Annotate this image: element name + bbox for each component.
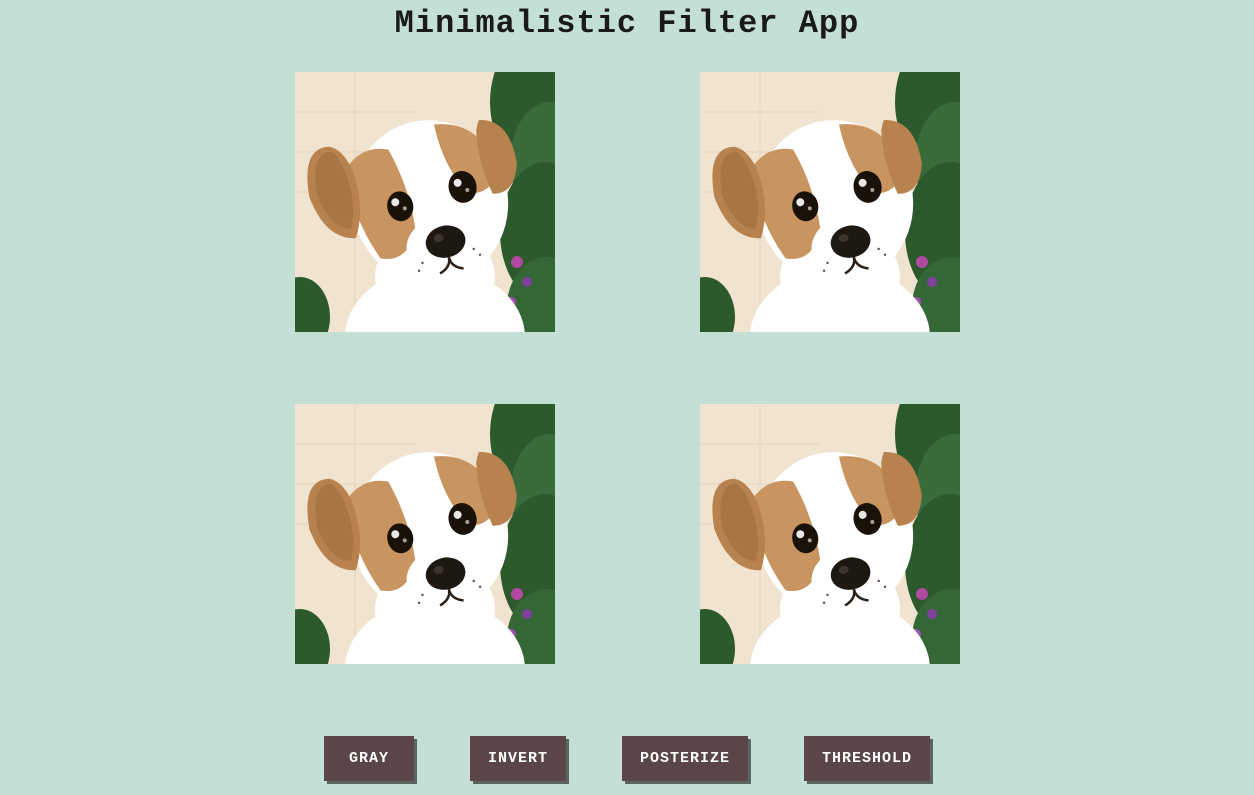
puppy-image-icon — [295, 404, 555, 664]
gray-button[interactable]: GRAY — [324, 736, 414, 781]
button-row: GRAY INVERT POSTERIZE THRESHOLD — [0, 736, 1254, 781]
puppy-image-icon — [295, 72, 555, 332]
page-title: Minimalistic Filter App — [0, 5, 1254, 42]
puppy-image-icon — [700, 404, 960, 664]
invert-button[interactable]: INVERT — [470, 736, 566, 781]
puppy-image-icon — [700, 72, 960, 332]
image-top-right — [700, 72, 960, 332]
image-top-left — [295, 72, 555, 332]
threshold-button[interactable]: THRESHOLD — [804, 736, 930, 781]
posterize-button[interactable]: POSTERIZE — [622, 736, 748, 781]
image-bottom-right — [700, 404, 960, 664]
image-grid — [295, 72, 960, 664]
image-bottom-left — [295, 404, 555, 664]
